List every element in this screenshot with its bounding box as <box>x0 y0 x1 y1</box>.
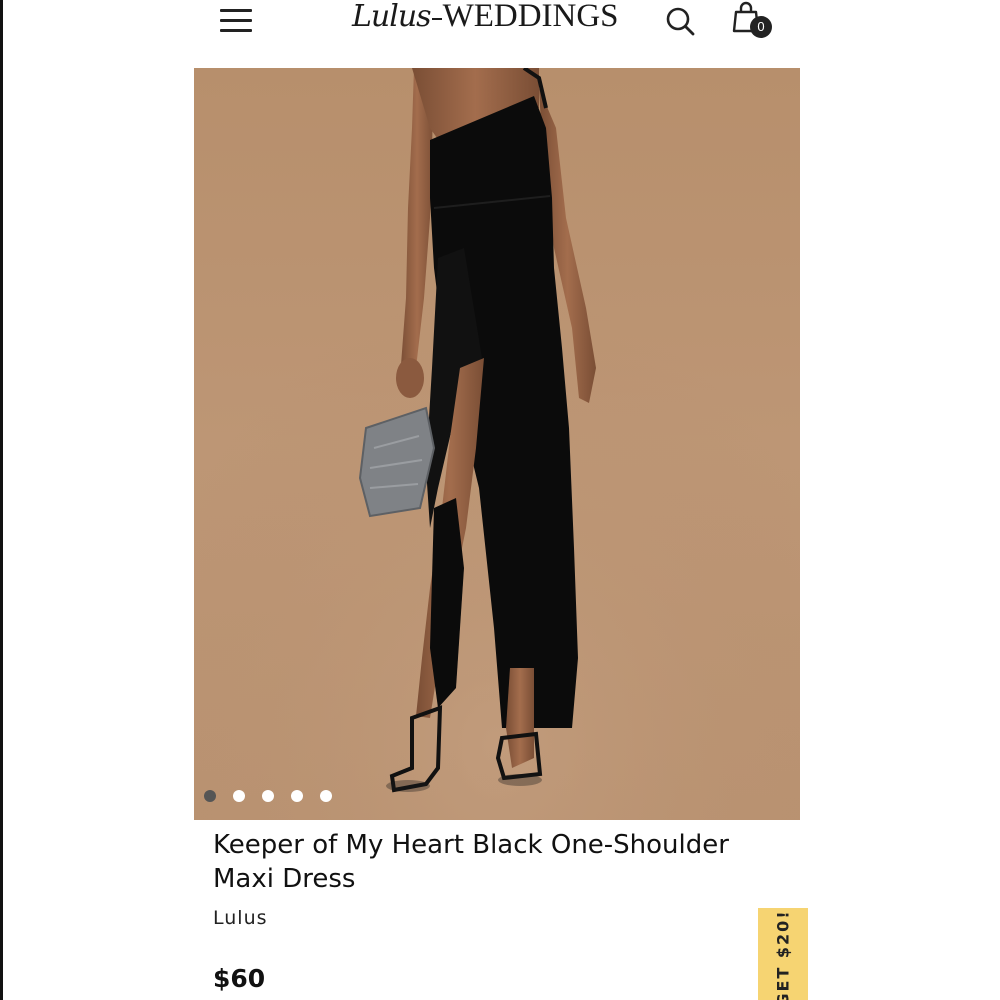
window-edge <box>0 0 3 1000</box>
product-page: Lulus WEDDINGS 0 Keeper of My Heart Blac… <box>0 0 1000 1000</box>
logo-weddings: WEDDINGS <box>442 0 619 34</box>
search-icon[interactable] <box>662 2 698 38</box>
carousel-dot[interactable] <box>204 790 216 802</box>
product-image[interactable] <box>194 68 800 820</box>
logo-dash <box>431 18 442 20</box>
carousel-dots <box>204 790 332 802</box>
model-photo <box>194 68 800 820</box>
carousel-dot[interactable] <box>291 790 303 802</box>
carousel-dot[interactable] <box>320 790 332 802</box>
promo-label: GET $20! <box>773 909 793 1000</box>
site-logo[interactable]: Lulus WEDDINGS <box>352 0 619 38</box>
hamburger-menu-icon[interactable] <box>220 6 254 34</box>
product-title: Keeper of My Heart Black One-Shoulder Ma… <box>213 830 729 894</box>
cart-count-badge: 0 <box>750 16 772 38</box>
promo-tab[interactable]: GET $20! <box>758 908 808 1000</box>
carousel-dot[interactable] <box>233 790 245 802</box>
product-brand[interactable]: Lulus <box>213 907 268 929</box>
shopping-bag-button[interactable]: 0 <box>730 0 776 42</box>
carousel-dot[interactable] <box>262 790 274 802</box>
logo-script: Lulus <box>352 0 432 34</box>
product-price: $60 <box>213 964 266 993</box>
